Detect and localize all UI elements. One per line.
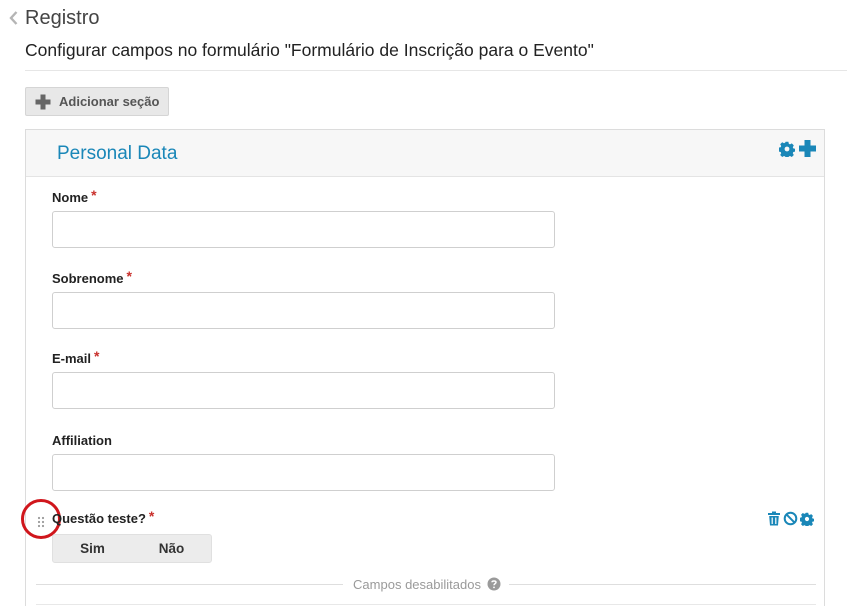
section-header: Personal Data xyxy=(26,130,824,177)
required-marker: * xyxy=(126,268,132,284)
drag-handle-icon[interactable] xyxy=(37,515,45,528)
plus-icon xyxy=(799,140,816,157)
field-settings-button[interactable] xyxy=(800,511,814,526)
email-input[interactable] xyxy=(52,372,555,409)
divider-line xyxy=(508,583,816,585)
disabled-fields-label: Campos desabilitados xyxy=(353,576,481,592)
field-label: Questão teste? * xyxy=(52,508,155,526)
gear-icon xyxy=(779,141,795,157)
field-label-text: E-mail xyxy=(52,351,92,366)
delete-field-button[interactable] xyxy=(767,511,781,526)
field-sobrenome: Sobrenome * xyxy=(52,268,555,329)
field-label: Nome * xyxy=(52,187,555,205)
option-nao[interactable]: Não xyxy=(132,535,211,562)
required-marker: * xyxy=(148,508,155,524)
plus-icon xyxy=(35,94,51,109)
add-section-button[interactable]: Adicionar seção xyxy=(25,87,169,116)
affiliation-input[interactable] xyxy=(52,454,555,491)
field-label: Affiliation xyxy=(52,433,555,448)
section-settings-button[interactable] xyxy=(779,140,795,157)
section-title: Personal Data xyxy=(57,143,178,164)
page-title: Registro xyxy=(25,6,100,29)
chevron-left-icon[interactable] xyxy=(6,8,20,28)
field-label-text: Nome xyxy=(52,190,89,205)
question-tools xyxy=(767,511,814,526)
section-tools xyxy=(779,140,816,157)
field-email: E-mail * xyxy=(52,348,555,409)
field-questao: Questão teste? * xyxy=(52,508,155,526)
field-label: Sobrenome * xyxy=(52,268,555,286)
gear-icon xyxy=(800,512,814,526)
field-affiliation: Affiliation xyxy=(52,433,555,491)
ban-icon xyxy=(783,511,798,526)
field-label: E-mail * xyxy=(52,348,555,366)
registration-form-editor: Registro Configurar campos no formulário… xyxy=(0,0,847,606)
field-label-text: Questão teste? xyxy=(52,511,146,526)
field-nome: Nome * xyxy=(52,187,555,248)
trash-icon xyxy=(768,511,780,526)
header: Registro xyxy=(6,6,99,30)
section-panel: Personal Data Nome * Sobrenome * E-mail … xyxy=(21,129,825,606)
yes-no-toggle: Sim Não xyxy=(52,534,212,563)
add-section-label: Adicionar seção xyxy=(59,94,160,109)
option-sim[interactable]: Sim xyxy=(53,535,132,562)
field-label-text: Affiliation xyxy=(52,433,112,448)
required-marker: * xyxy=(94,348,100,364)
add-field-button[interactable] xyxy=(799,140,816,157)
section-bottom-line xyxy=(36,604,816,605)
disable-field-button[interactable] xyxy=(783,511,798,526)
disabled-fields-divider: Campos desabilitados xyxy=(36,576,816,592)
question-circle-icon[interactable] xyxy=(487,577,501,591)
divider-line xyxy=(36,583,344,585)
sobrenome-input[interactable] xyxy=(52,292,555,329)
nome-input[interactable] xyxy=(52,211,555,248)
field-label-text: Sobrenome xyxy=(52,271,124,286)
page-subtitle: Configurar campos no formulário "Formulá… xyxy=(25,40,847,71)
required-marker: * xyxy=(91,187,97,203)
